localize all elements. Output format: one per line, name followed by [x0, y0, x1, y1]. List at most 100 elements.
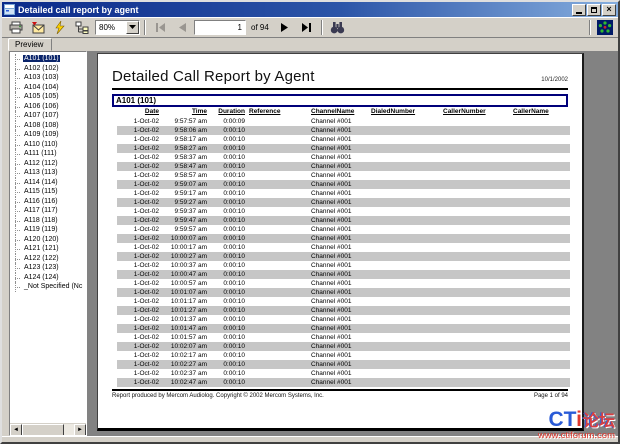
- tree-item[interactable]: A109 (109): [10, 130, 86, 140]
- cell-callername: [513, 126, 570, 135]
- cell-date: 1-Oct-02: [117, 189, 159, 198]
- tree-item[interactable]: A123 (123): [10, 263, 86, 273]
- tree-item[interactable]: A103 (103): [10, 73, 86, 83]
- tree-item[interactable]: A118 (118): [10, 216, 86, 226]
- tree-item[interactable]: A111 (111): [10, 149, 86, 159]
- cell-channelname: Channel #001: [311, 279, 371, 288]
- toggle-group-tree-icon: [75, 21, 89, 34]
- cell-reference: [245, 270, 311, 279]
- cell-channelname: Channel #001: [311, 207, 371, 216]
- tab-preview[interactable]: Preview: [8, 38, 52, 51]
- tree-item[interactable]: _Not Specified (Nc: [10, 282, 86, 292]
- tree-item[interactable]: A114 (114): [10, 178, 86, 188]
- cell-reference: [245, 351, 311, 360]
- tree-item[interactable]: A116 (116): [10, 197, 86, 207]
- cell-time: 9:58:57 am: [159, 171, 207, 180]
- scroll-left-button[interactable]: ◄: [10, 424, 22, 436]
- tree-item-label: A108 (108): [23, 122, 60, 129]
- close-button[interactable]: ×: [602, 4, 616, 16]
- cell-channelname: Channel #001: [311, 243, 371, 252]
- tree-item-label: A111 (111): [23, 150, 58, 157]
- next-page-button[interactable]: [274, 18, 295, 36]
- cell-callername: [513, 144, 570, 153]
- cell-callername: [513, 189, 570, 198]
- call-table: Date Time Duration Reference ChannelName…: [117, 107, 570, 387]
- cell-time: 9:58:27 am: [159, 144, 207, 153]
- column-header-duration: Duration: [207, 107, 245, 117]
- prev-page-icon: [179, 23, 186, 32]
- cell-channelname: Channel #001: [311, 261, 371, 270]
- cell-callername: [513, 324, 570, 333]
- tree-item[interactable]: A102 (102): [10, 64, 86, 74]
- tree-horizontal-scrollbar[interactable]: ◄ ►: [10, 423, 86, 435]
- cell-dialednumber: [371, 162, 443, 171]
- print-button[interactable]: [5, 18, 26, 36]
- cell-date: 1-Oct-02: [117, 234, 159, 243]
- scrollbar-track[interactable]: [64, 424, 74, 435]
- cell-callernumber: [443, 189, 513, 198]
- tree-item-label: _Not Specified (Nc: [23, 283, 83, 290]
- cell-callernumber: [443, 315, 513, 324]
- tree-item[interactable]: A120 (120): [10, 235, 86, 245]
- cell-reference: [245, 297, 311, 306]
- scroll-right-button[interactable]: ►: [74, 424, 86, 436]
- zoom-combobox[interactable]: 80%: [95, 20, 140, 35]
- tree-item[interactable]: A110 (110): [10, 140, 86, 150]
- minimize-button[interactable]: [572, 4, 586, 16]
- tree-item[interactable]: A124 (124): [10, 273, 86, 283]
- cell-duration: 0:00:10: [207, 288, 245, 297]
- cell-time: 9:59:07 am: [159, 180, 207, 189]
- cell-dialednumber: [371, 135, 443, 144]
- last-page-button[interactable]: [296, 18, 317, 36]
- brand-logo-button[interactable]: [595, 18, 615, 36]
- cell-date: 1-Oct-02: [117, 261, 159, 270]
- cell-reference: [245, 288, 311, 297]
- table-row: 1-Oct-02 9:59:27 am 0:00:10 Channel #001: [117, 198, 570, 207]
- cell-date: 1-Oct-02: [117, 162, 159, 171]
- refresh-button[interactable]: [49, 18, 70, 36]
- tree-item[interactable]: A101 (101): [10, 54, 86, 64]
- tree-item[interactable]: A105 (105): [10, 92, 86, 102]
- table-row: 1-Oct-02 10:02:07 am 0:00:10 Channel #00…: [117, 342, 570, 351]
- table-row: 1-Oct-02 9:59:07 am 0:00:10 Channel #001: [117, 180, 570, 189]
- toggle-group-tree-button[interactable]: [71, 18, 92, 36]
- watermark-brand: CTi: [549, 409, 582, 430]
- tree-item[interactable]: A107 (107): [10, 111, 86, 121]
- tree-item[interactable]: A106 (106): [10, 102, 86, 112]
- tree-item[interactable]: A108 (108): [10, 121, 86, 131]
- cell-channelname: Channel #001: [311, 342, 371, 351]
- cell-duration: 0:00:10: [207, 198, 245, 207]
- table-row: 1-Oct-02 10:01:27 am 0:00:10 Channel #00…: [117, 306, 570, 315]
- search-button[interactable]: [327, 18, 348, 36]
- tree-item[interactable]: A113 (113): [10, 168, 86, 178]
- cell-time: 9:59:17 am: [159, 189, 207, 198]
- cell-callernumber: [443, 360, 513, 369]
- tree-item[interactable]: A121 (121): [10, 244, 86, 254]
- tree-item-label: A115 (115): [23, 188, 59, 195]
- export-button[interactable]: [27, 18, 48, 36]
- cell-time: 10:01:37 am: [159, 315, 207, 324]
- tree-item[interactable]: A117 (117): [10, 206, 86, 216]
- table-row: 1-Oct-02 10:01:37 am 0:00:10 Channel #00…: [117, 315, 570, 324]
- app-window: Detailed call report by agent ×: [0, 0, 620, 444]
- table-row: 1-Oct-02 9:58:17 am 0:00:10 Channel #001: [117, 135, 570, 144]
- prev-page-button[interactable]: [172, 18, 193, 36]
- page-number-input[interactable]: [194, 20, 246, 35]
- zoom-dropdown-button[interactable]: [126, 21, 139, 34]
- cell-callernumber: [443, 117, 513, 126]
- tree-item[interactable]: A112 (112): [10, 159, 86, 169]
- cell-callername: [513, 216, 570, 225]
- scrollbar-thumb[interactable]: [22, 424, 64, 436]
- first-page-button[interactable]: [150, 18, 171, 36]
- cell-callernumber: [443, 297, 513, 306]
- cell-reference: [245, 234, 311, 243]
- cell-channelname: Channel #001: [311, 135, 371, 144]
- tree-item[interactable]: A104 (104): [10, 83, 86, 93]
- cell-reference: [245, 324, 311, 333]
- tree-item[interactable]: A122 (122): [10, 254, 86, 264]
- tree-item[interactable]: A115 (115): [10, 187, 86, 197]
- column-header-reference: Reference: [245, 107, 311, 117]
- report-viewer[interactable]: Detailed Call Report by Agent 10/1/2002 …: [87, 51, 618, 436]
- restore-button[interactable]: [587, 4, 601, 16]
- tree-item[interactable]: A119 (119): [10, 225, 86, 235]
